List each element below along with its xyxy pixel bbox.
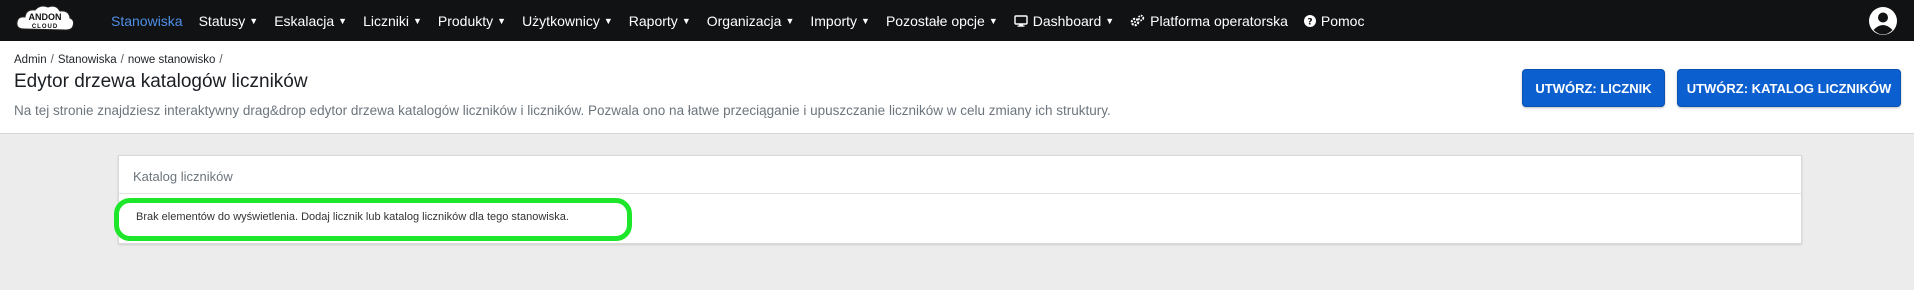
caret-down-icon: ▼	[497, 15, 507, 26]
svg-text:?: ?	[1307, 17, 1312, 27]
caret-down-icon: ▼	[681, 15, 691, 26]
nav-item-stanowiska[interactable]: Stanowiska	[103, 0, 191, 41]
caret-down-icon: ▼	[603, 15, 613, 26]
create-counter-button[interactable]: UTWÓRZ: LICZNIK	[1522, 69, 1665, 107]
caret-down-icon: ▼	[249, 15, 259, 26]
breadcrumb-item-admin[interactable]: Admin	[14, 54, 47, 66]
nav-label: Liczniki	[363, 12, 409, 29]
breadcrumb-separator: /	[120, 54, 124, 66]
nav-label: Importy	[810, 12, 858, 29]
nav-label: Stanowiska	[111, 12, 183, 29]
nav-item-uzytkownicy[interactable]: Użytkownicy ▼	[514, 0, 621, 41]
breadcrumb-separator: /	[219, 54, 223, 66]
nav-label: Produkty	[437, 12, 494, 29]
question-circle-icon: ?	[1303, 14, 1316, 27]
nav-label: Pomoc	[1320, 12, 1365, 29]
main-menu: Stanowiska Statusy ▼ Eskalacja ▼ Liczniki ▼…	[103, 0, 1372, 41]
caret-down-icon: ▼	[412, 15, 422, 26]
nav-item-platforma-operatorska[interactable]: Platforma operatorska	[1122, 0, 1296, 41]
create-catalog-button[interactable]: UTWÓRZ: KATALOG LICZNIKÓW	[1677, 69, 1901, 107]
nav-label: Raporty	[628, 12, 678, 29]
empty-state-message: Brak elementów do wyświetlenia. Dodaj li…	[136, 211, 569, 223]
page-description: Na tej stronie znajdziesz interaktywny d…	[14, 103, 1111, 118]
user-circle-icon[interactable]	[1868, 6, 1898, 36]
logo-text-top: ANDON	[29, 12, 62, 22]
breadcrumb-separator: /	[50, 54, 54, 66]
card-divider	[119, 193, 1801, 194]
caret-down-icon: ▼	[861, 15, 870, 26]
counter-catalog-card: Katalog liczników Brak elementów do wyśw…	[118, 155, 1802, 244]
nav-label: Statusy	[198, 12, 246, 29]
nav-label: Platforma operatorska	[1150, 12, 1288, 29]
caret-down-icon: ▼	[785, 15, 795, 26]
monitor-icon	[1014, 14, 1028, 27]
nav-item-produkty[interactable]: Produkty ▼	[430, 0, 514, 41]
caret-down-icon: ▼	[988, 15, 998, 26]
caret-down-icon: ▼	[1105, 15, 1115, 26]
logo-text-bottom: CLOUD	[32, 24, 58, 30]
andon-cloud-logo[interactable]: ANDON CLOUD	[14, 3, 76, 37]
breadcrumb-item-stanowiska[interactable]: Stanowiska	[58, 54, 117, 66]
breadcrumb-item-current[interactable]: nowe stanowisko	[128, 54, 216, 66]
nav-item-statusy[interactable]: Statusy ▼	[191, 0, 267, 41]
nav-item-pomoc[interactable]: ? Pomoc	[1296, 0, 1373, 41]
nav-label: Organizacja	[706, 12, 782, 29]
page-header: Admin / Stanowiska / nowe stanowisko / Edytor…	[0, 41, 1914, 134]
nav-label: Dashboard	[1032, 12, 1102, 29]
gears-icon	[1130, 14, 1145, 27]
nav-label: Użytkownicy	[522, 12, 600, 29]
nav-item-importy[interactable]: Importy ▼	[802, 0, 878, 41]
caret-down-icon: ▼	[338, 15, 348, 26]
nav-item-raporty[interactable]: Raporty ▼	[621, 0, 699, 41]
nav-item-eskalacja[interactable]: Eskalacja ▼	[266, 0, 355, 41]
card-title: Katalog liczników	[133, 169, 233, 184]
nav-label: Pozostałe opcje	[885, 12, 985, 29]
top-navbar: ANDON CLOUD Stanowiska Statusy ▼ Eskalacj…	[0, 0, 1914, 41]
breadcrumb: Admin / Stanowiska / nowe stanowisko /	[14, 54, 227, 66]
nav-item-liczniki[interactable]: Liczniki ▼	[355, 0, 430, 41]
nav-item-dashboard[interactable]: Dashboard ▼	[1006, 0, 1122, 41]
nav-item-organizacja[interactable]: Organizacja ▼	[699, 0, 803, 41]
nav-label: Eskalacja	[274, 12, 335, 29]
nav-item-pozostale-opcje[interactable]: Pozostałe opcje ▼	[878, 0, 1006, 41]
page-title: Edytor drzewa katalogów liczników	[14, 71, 308, 92]
